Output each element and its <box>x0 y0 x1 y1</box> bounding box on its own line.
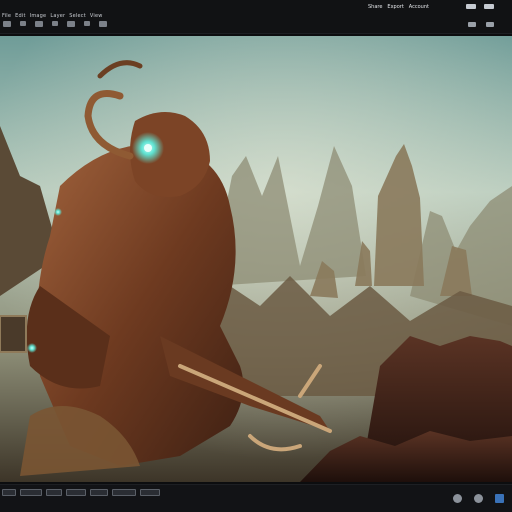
menu-layer[interactable]: Layer <box>50 13 65 19</box>
brush-icon[interactable] <box>20 21 26 26</box>
image-canvas[interactable] <box>0 36 512 482</box>
menu-edit[interactable]: Edit <box>15 13 25 19</box>
fullscreen-icon[interactable] <box>486 22 494 27</box>
window-controls <box>466 4 494 9</box>
hand-icon[interactable] <box>99 21 107 27</box>
export-link[interactable]: Export <box>387 4 403 10</box>
menu-bar: File Edit Image Layer Select View <box>2 13 103 19</box>
menu-view[interactable]: View <box>90 13 103 19</box>
crop-icon[interactable] <box>35 21 43 27</box>
top-toolbar: File Edit Image Layer Select View Share … <box>0 0 512 34</box>
menu-file[interactable]: File <box>2 13 11 19</box>
history-icon[interactable] <box>20 489 42 496</box>
grid-icon[interactable] <box>474 494 483 503</box>
text-icon[interactable] <box>52 21 58 26</box>
artwork <box>0 36 512 482</box>
status-bar <box>0 484 512 512</box>
filter-icon[interactable] <box>66 489 86 496</box>
status-icons <box>453 494 504 503</box>
zoom-icon[interactable] <box>84 21 90 26</box>
preview-icon[interactable] <box>140 489 160 496</box>
menu-select[interactable]: Select <box>69 13 86 19</box>
shape-icon[interactable] <box>67 21 75 27</box>
app-badge-icon[interactable] <box>495 494 504 503</box>
tool-strip <box>3 21 107 27</box>
timeline-controls <box>2 489 160 496</box>
settings-icon[interactable] <box>466 4 476 9</box>
panel-toggle-icon[interactable] <box>468 22 476 27</box>
info-icon[interactable] <box>453 494 462 503</box>
move-icon[interactable] <box>3 21 11 27</box>
adjust-icon[interactable] <box>46 489 62 496</box>
menu-image[interactable]: Image <box>30 13 47 19</box>
export-icon[interactable] <box>112 489 136 496</box>
layers-icon[interactable] <box>2 489 16 496</box>
share-icon[interactable] <box>484 4 494 9</box>
panel-toggles <box>468 22 494 27</box>
account-link[interactable]: Account <box>409 4 429 10</box>
account-links: Share Export Account <box>368 4 429 10</box>
mask-icon[interactable] <box>90 489 108 496</box>
share-link[interactable]: Share <box>368 4 382 10</box>
